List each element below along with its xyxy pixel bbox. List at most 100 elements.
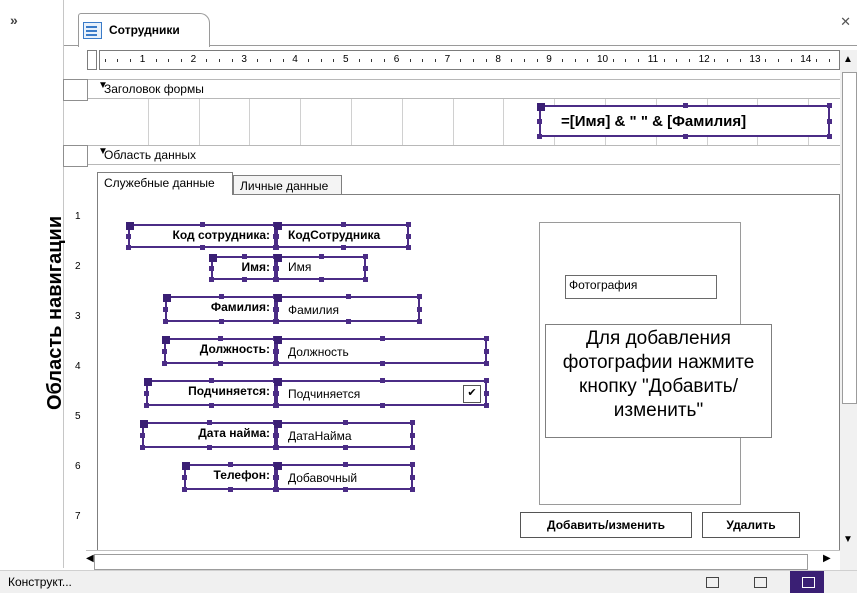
resize-handle[interactable] (274, 487, 279, 492)
field-last-name[interactable]: Фамилия (274, 294, 422, 324)
label-first-name[interactable]: Имя: (209, 254, 278, 282)
field-extension[interactable]: Добавочный (274, 462, 415, 492)
detail-section-bar[interactable]: ▼ Область данных (63, 145, 840, 167)
label-reports-to[interactable]: Подчиняется: (144, 378, 278, 408)
resize-handle[interactable] (342, 462, 348, 467)
resize-handle[interactable] (200, 245, 205, 250)
resize-handle[interactable] (484, 349, 489, 354)
resize-handle[interactable] (207, 420, 212, 425)
resize-handle[interactable] (274, 245, 279, 250)
horizontal-scrollbar[interactable]: ◀ ▶ (86, 550, 840, 570)
horizontal-ruler[interactable]: 12345678910111213141 (99, 50, 840, 70)
tab-personal-data[interactable]: Личные данные (233, 175, 342, 195)
tab-service-data[interactable]: Служебные данные (97, 172, 233, 195)
combo-reports-to[interactable]: Подчиняется ✔ (274, 378, 489, 408)
resize-handle[interactable] (274, 319, 279, 324)
delete-button[interactable]: Удалить (702, 512, 800, 538)
resize-handle[interactable] (182, 462, 190, 470)
resize-handle[interactable] (182, 475, 187, 480)
resize-handle[interactable] (406, 234, 411, 239)
resize-handle[interactable] (126, 245, 131, 250)
resize-handle[interactable] (140, 420, 148, 428)
resize-handle[interactable] (144, 403, 149, 408)
resize-handle[interactable] (484, 361, 489, 366)
resize-handle[interactable] (410, 445, 415, 450)
scroll-right-icon[interactable]: ▶ (823, 553, 831, 564)
resize-handle[interactable] (207, 445, 212, 450)
resize-handle[interactable] (218, 319, 224, 324)
resize-handle[interactable] (827, 103, 832, 108)
resize-handle[interactable] (346, 319, 351, 324)
resize-handle[interactable] (537, 103, 545, 111)
resize-handle[interactable] (827, 119, 832, 124)
resize-handle[interactable] (410, 487, 415, 492)
resize-handle[interactable] (140, 433, 145, 438)
resize-handle[interactable] (319, 254, 324, 259)
resize-handle[interactable] (162, 336, 170, 344)
label-employee-id[interactable]: Код сотрудника: (126, 222, 278, 250)
resize-handle[interactable] (417, 307, 422, 312)
resize-handle[interactable] (406, 222, 411, 227)
resize-handle[interactable] (484, 336, 489, 341)
resize-handle[interactable] (342, 487, 348, 492)
resize-handle[interactable] (342, 445, 348, 450)
resize-handle[interactable] (228, 462, 233, 467)
resize-handle[interactable] (218, 294, 224, 299)
field-position[interactable]: Должность (274, 336, 489, 366)
add-change-button[interactable]: Добавить/изменить (520, 512, 692, 538)
resize-handle[interactable] (410, 462, 415, 467)
resize-handle[interactable] (410, 433, 415, 438)
form-view-icon[interactable] (694, 571, 728, 593)
resize-handle[interactable] (274, 433, 279, 438)
resize-handle[interactable] (274, 445, 279, 450)
resize-handle[interactable] (410, 420, 415, 425)
resize-handle[interactable] (241, 277, 247, 282)
layout-view-icon[interactable] (742, 571, 776, 593)
document-tab[interactable]: Сотрудники (78, 13, 210, 47)
resize-handle[interactable] (363, 277, 368, 282)
header-name-textbox[interactable]: =[Имя] & " " & [Фамилия] (537, 103, 832, 139)
resize-handle[interactable] (209, 254, 217, 262)
resize-handle[interactable] (163, 319, 168, 324)
resize-handle[interactable] (484, 391, 489, 396)
chevron-double-right-icon[interactable]: » (10, 12, 18, 28)
resize-handle[interactable] (274, 349, 279, 354)
resize-handle[interactable] (346, 294, 351, 299)
resize-handle[interactable] (379, 403, 385, 408)
scroll-thumb[interactable] (842, 72, 857, 404)
resize-handle[interactable] (241, 254, 247, 259)
resize-handle[interactable] (126, 234, 131, 239)
resize-handle[interactable] (379, 361, 385, 366)
section-selector[interactable] (63, 145, 88, 167)
photo-hint-label[interactable]: Для добавления фотографии нажмите кнопку… (545, 324, 772, 438)
design-view-icon[interactable] (790, 571, 824, 593)
resize-handle[interactable] (484, 403, 489, 408)
field-employee-id[interactable]: КодСотрудника (274, 222, 411, 250)
scroll-left-icon[interactable]: ◀ (86, 553, 94, 564)
resize-handle[interactable] (274, 277, 279, 282)
resize-handle[interactable] (537, 119, 542, 124)
navigation-pane[interactable]: » Область навигации (0, 0, 66, 568)
resize-handle[interactable] (342, 420, 348, 425)
resize-handle[interactable] (827, 134, 832, 139)
resize-handle[interactable] (484, 378, 489, 383)
resize-handle[interactable] (340, 222, 346, 227)
resize-handle[interactable] (209, 403, 214, 408)
resize-handle[interactable] (274, 475, 279, 480)
form-header-bar[interactable]: ▼ Заголовок формы (63, 79, 840, 101)
resize-handle[interactable] (417, 294, 422, 299)
resize-handle[interactable] (406, 245, 411, 250)
resize-handle[interactable] (682, 103, 688, 108)
resize-handle[interactable] (363, 266, 368, 271)
resize-handle[interactable] (209, 378, 214, 383)
resize-handle[interactable] (162, 349, 167, 354)
resize-handle[interactable] (410, 475, 415, 480)
scroll-thumb[interactable] (94, 554, 808, 570)
resize-handle[interactable] (274, 254, 282, 262)
resize-handle[interactable] (274, 420, 282, 428)
resize-handle[interactable] (218, 336, 223, 341)
resize-handle[interactable] (274, 294, 282, 302)
resize-handle[interactable] (363, 254, 368, 259)
resize-handle[interactable] (162, 361, 167, 366)
resize-handle[interactable] (274, 222, 282, 230)
